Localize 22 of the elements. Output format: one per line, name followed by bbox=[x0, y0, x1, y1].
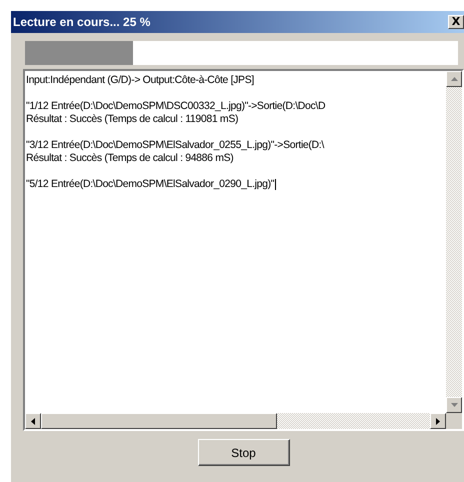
log-line: "1/12 Entrée(D:\Doc\DemoSPM\DSC00332_L.jpg)"->Sortie(D:\Doc\D bbox=[26, 100, 326, 113]
vertical-scrollbar[interactable] bbox=[446, 71, 462, 413]
scroll-down-button[interactable] bbox=[446, 397, 462, 413]
up-arrow-icon bbox=[450, 77, 458, 81]
log-line: Résultat : Succès (Temps de calcul : 94886 mS) bbox=[26, 152, 234, 165]
down-arrow-icon bbox=[450, 403, 458, 407]
window-title: Lecture en cours... 25 % bbox=[13, 15, 150, 29]
left-arrow-icon bbox=[31, 418, 35, 424]
scroll-right-button[interactable] bbox=[430, 413, 446, 429]
scroll-thumb[interactable] bbox=[41, 413, 277, 429]
scroll-up-button[interactable] bbox=[446, 71, 462, 87]
right-arrow-icon bbox=[436, 418, 440, 424]
log-line: "3/12 Entrée(D:\Doc\DemoSPM\ElSalvador_0255_L.jpg)"->Sortie(D:\ bbox=[26, 139, 324, 152]
log-line: "5/12 Entrée(D:\Doc\DemoSPM\ElSalvador_0290_L.jpg)" bbox=[26, 178, 274, 191]
scrollbar-corner bbox=[446, 413, 462, 429]
horizontal-scrollbar[interactable] bbox=[25, 413, 446, 429]
stop-button[interactable]: Stop bbox=[198, 439, 290, 466]
log-text-area[interactable] bbox=[23, 69, 464, 431]
scroll-left-button[interactable] bbox=[25, 413, 41, 429]
close-button[interactable]: X bbox=[448, 15, 464, 29]
log-line: Input:Indépendant (G/D)-> Output:Côte-à-Côte [JPS] bbox=[26, 74, 254, 87]
log-line: Résultat : Succès (Temps de calcul : 119081 mS) bbox=[26, 113, 238, 126]
